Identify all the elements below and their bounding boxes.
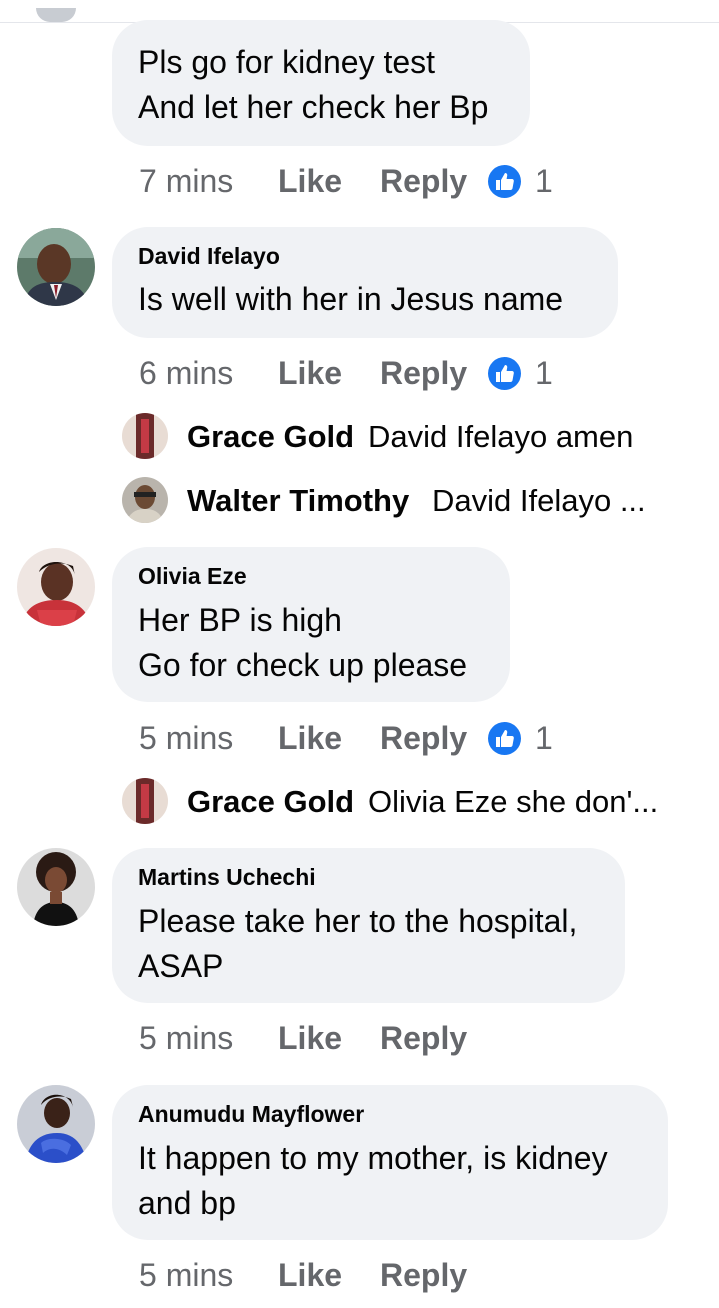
reply-button[interactable]: Reply [380, 1257, 467, 1294]
timestamp[interactable]: 6 mins [139, 355, 233, 392]
comment-bubble: Pls go for kidney test And let her check… [112, 20, 530, 146]
comment-author[interactable]: Martins Uchechi [138, 864, 316, 891]
comment-text-line: Please take her to the hospital, [138, 903, 578, 939]
reply-button[interactable]: Reply [380, 163, 467, 200]
comment-bubble: Olivia Eze Her BP is high Go for check u… [112, 547, 510, 702]
timestamp[interactable]: 5 mins [139, 1257, 233, 1294]
comment-author[interactable]: David Ifelayo [138, 243, 280, 270]
reply-author[interactable]: Grace Gold [187, 419, 354, 455]
avatar[interactable] [17, 1085, 95, 1163]
comment-author[interactable]: Anumudu Mayflower [138, 1101, 364, 1128]
reply-button[interactable]: Reply [380, 355, 467, 392]
comment-bubble: David Ifelayo Is well with her in Jesus … [112, 227, 618, 338]
reply-text: David Ifelayo ... [432, 483, 646, 518]
reaction-count[interactable]: 1 [535, 355, 553, 392]
comment-text-line: Her BP is high [138, 602, 342, 638]
avatar[interactable] [17, 848, 95, 926]
reply-button[interactable]: Reply [380, 720, 467, 757]
reaction-count[interactable]: 1 [535, 720, 553, 757]
timestamp[interactable]: 5 mins [139, 1020, 233, 1057]
comment-author[interactable]: Olivia Eze [138, 563, 247, 590]
timestamp[interactable]: 7 mins [139, 163, 233, 200]
like-button[interactable]: Like [278, 355, 342, 392]
comment-text-line: Is well with her in Jesus name [138, 281, 564, 317]
comment-text-line: Pls go for kidney test [138, 44, 436, 80]
avatar[interactable] [122, 778, 168, 824]
comment-text-line: and bp [138, 1185, 236, 1221]
comment-text-line: Go for check up please [138, 647, 468, 683]
reaction-count[interactable]: 1 [535, 163, 553, 200]
comment-text-line: And let her check her Bp [138, 89, 489, 125]
like-button[interactable]: Like [278, 163, 342, 200]
like-button[interactable]: Like [278, 1257, 342, 1294]
avatar[interactable] [17, 548, 95, 626]
comment-bubble: Anumudu Mayflower It happen to my mother… [112, 1085, 668, 1240]
reply-text: David Ifelayo amen [368, 419, 634, 454]
avatar[interactable] [17, 228, 95, 306]
timestamp[interactable]: 5 mins [139, 720, 233, 757]
reply-button[interactable]: Reply [380, 1020, 467, 1057]
avatar[interactable] [122, 413, 168, 459]
reply-author[interactable]: Walter Timothy [187, 483, 409, 519]
thumbs-up-icon[interactable] [488, 165, 521, 198]
thumbs-up-icon[interactable] [488, 357, 521, 390]
avatar[interactable] [36, 8, 76, 22]
like-button[interactable]: Like [278, 720, 342, 757]
thumbs-up-icon[interactable] [488, 722, 521, 755]
reply-text: Olivia Eze she don'... [368, 784, 659, 819]
comment-text-line: ASAP [138, 948, 224, 984]
comment-bubble: Martins Uchechi Please take her to the h… [112, 848, 625, 1003]
reply-author[interactable]: Grace Gold [187, 784, 354, 820]
avatar[interactable] [122, 477, 168, 523]
comment-text-line: It happen to my mother, is kidney [138, 1140, 608, 1176]
like-button[interactable]: Like [278, 1020, 342, 1057]
